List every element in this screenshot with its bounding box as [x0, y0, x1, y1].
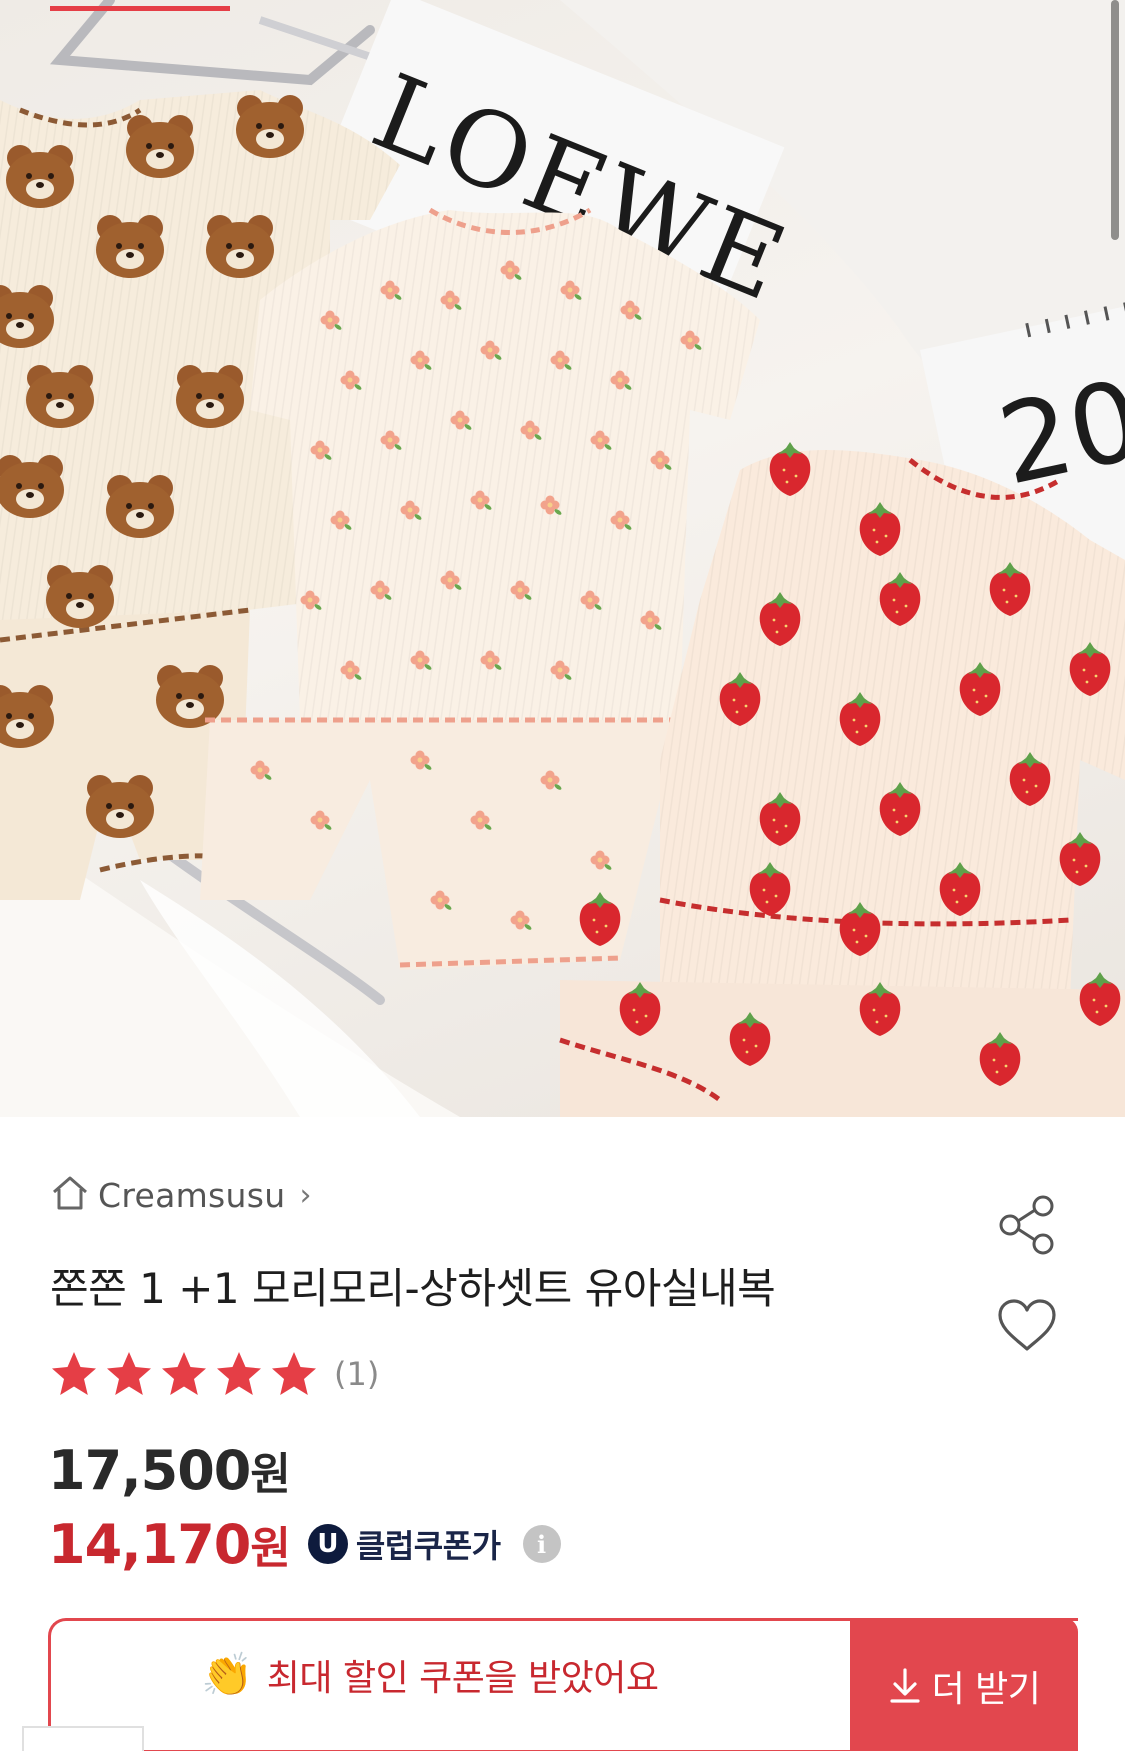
share-button[interactable]: [992, 1190, 1062, 1260]
original-price: 17,500원: [48, 1438, 291, 1502]
original-price-value: 17,500: [48, 1439, 251, 1502]
share-icon: [999, 1195, 1054, 1255]
club-coupon-label: 클럽쿠폰가: [355, 1527, 501, 1565]
download-icon: [889, 1667, 920, 1703]
coupon-message: 👏 최대 할인 쿠폰을 받았어요: [201, 1649, 659, 1701]
coupon-message-text: 최대 할인 쿠폰을 받았어요: [266, 1658, 659, 1699]
info-icon[interactable]: i: [522, 1525, 561, 1563]
get-more-coupons-label: 더 받기: [931, 1668, 1041, 1710]
product-title: 쫀쫀 1 +1 모리모리-상하셋트 유아실내복: [50, 1264, 776, 1313]
wishlist-button[interactable]: [992, 1290, 1062, 1360]
coupon-price-value: 14,170: [48, 1513, 251, 1576]
gallery-progress-indicator: [50, 6, 230, 11]
store-name: Creamsusu: [98, 1175, 286, 1215]
club-u-badge: U: [307, 1524, 348, 1564]
original-price-unit: 원: [250, 1449, 290, 1500]
heart-icon: [998, 1299, 1056, 1351]
star-icon: [162, 1352, 206, 1395]
product-photo-illustration: LOEWE 202: [0, 0, 1125, 1117]
page-scrollbar[interactable]: [1105, 0, 1125, 260]
star-icon: [217, 1352, 261, 1395]
store-link[interactable]: Creamsusu ›: [50, 1175, 311, 1215]
star-icon: [52, 1352, 96, 1395]
chevron-right-icon: ›: [299, 1177, 312, 1213]
review-count[interactable]: (1): [334, 1355, 379, 1393]
star-icon: [107, 1352, 151, 1395]
coupon-price-row: 14,170원 U 클럽쿠폰가 i: [48, 1512, 561, 1576]
star-rating: [48, 1348, 320, 1400]
clapping-hands-icon: 👏: [201, 1650, 253, 1699]
scrollbar-thumb[interactable]: [1111, 0, 1119, 240]
product-photo[interactable]: LOEWE 202: [0, 0, 1125, 1117]
get-more-coupons-button[interactable]: 더 받기: [850, 1618, 1078, 1751]
home-icon: [50, 1174, 90, 1216]
bottom-sheet-tab[interactable]: [22, 1726, 144, 1751]
coupon-price: 14,170원: [48, 1512, 291, 1576]
rating[interactable]: (1): [48, 1348, 379, 1400]
coupon-price-unit: 원: [250, 1523, 290, 1574]
star-icon: [272, 1352, 316, 1395]
